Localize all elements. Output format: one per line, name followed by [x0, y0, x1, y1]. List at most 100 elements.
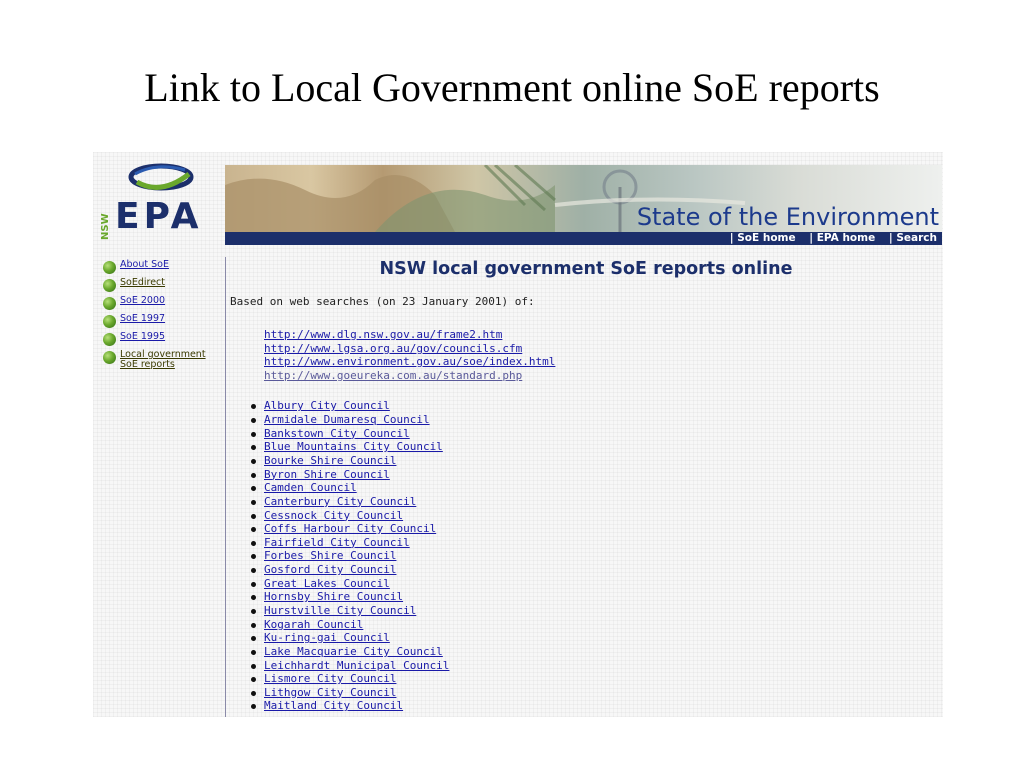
bullet-icon: [251, 568, 256, 574]
list-item: Bankstown City Council: [250, 427, 942, 441]
nav-search-link[interactable]: | Search: [884, 232, 942, 244]
council-link[interactable]: Ku-ring-gai Council: [264, 631, 390, 644]
council-link[interactable]: Fairfield City Council: [264, 536, 410, 549]
banner-image: State of the Environment: [225, 165, 942, 232]
bullet-icon: [251, 445, 256, 451]
sidebar-item-soedirect[interactable]: SoEdirect: [103, 278, 221, 296]
list-item: Hornsby Shire Council: [250, 590, 942, 604]
council-link[interactable]: Lithgow City Council: [264, 686, 396, 699]
council-link[interactable]: Albury City Council: [264, 399, 390, 412]
source-url-link[interactable]: http://www.environment.gov.au/soe/index.…: [264, 355, 942, 369]
sidebar-link-label[interactable]: Local government SoE reports: [120, 350, 212, 370]
council-link[interactable]: Lake Macquarie City Council: [264, 645, 443, 658]
council-link[interactable]: Blue Mountains City Council: [264, 440, 443, 453]
list-item: Lake Macquarie City Council: [250, 645, 942, 659]
sidebar-item-about-soe[interactable]: About SoE: [103, 260, 221, 278]
list-item: Bourke Shire Council: [250, 454, 942, 468]
council-link[interactable]: Armidale Dumaresq Council: [264, 413, 430, 426]
council-link[interactable]: Leichhardt Municipal Council: [264, 659, 449, 672]
council-link[interactable]: Camden Council: [264, 481, 357, 494]
green-bullet-icon: [103, 279, 116, 292]
bullet-icon: [251, 622, 256, 628]
council-link[interactable]: Cessnock City Council: [264, 509, 403, 522]
council-link[interactable]: Hurstville City Council: [264, 604, 416, 617]
sidebar-link-label[interactable]: SoE 2000: [120, 296, 165, 306]
source-url-link[interactable]: http://www.lgsa.org.au/gov/councils.cfm: [264, 342, 942, 356]
council-link[interactable]: Byron Shire Council: [264, 468, 390, 481]
bullet-icon: [251, 540, 256, 546]
sidebar-item-soe-2000[interactable]: SoE 2000: [103, 296, 221, 314]
bullet-icon: [251, 499, 256, 505]
council-link[interactable]: Gosford City Council: [264, 563, 396, 576]
list-item: Maitland City Council: [250, 699, 942, 713]
sidebar-link-label[interactable]: SoE 1997: [120, 314, 165, 324]
council-link[interactable]: Bourke Shire Council: [264, 454, 396, 467]
sidebar-link-label[interactable]: SoE 1995: [120, 332, 165, 342]
council-link[interactable]: Coffs Harbour City Council: [264, 522, 436, 535]
source-url-link[interactable]: http://www.dlg.nsw.gov.au/frame2.htm: [264, 328, 942, 342]
green-bullet-icon: [103, 333, 116, 346]
list-item: Gosford City Council: [250, 563, 942, 577]
green-bullet-icon: [103, 351, 116, 364]
sidebar-item-local-government[interactable]: Local government SoE reports: [103, 350, 221, 376]
nsw-epa-logo: NSW EPA: [93, 152, 225, 242]
nav-soe-home-link[interactable]: | SoE home: [725, 232, 801, 244]
list-item: Kogarah Council: [250, 618, 942, 632]
bullet-icon: [251, 690, 256, 696]
list-item: Great Lakes Council: [250, 577, 942, 591]
list-item: Ku-ring-gai Council: [250, 631, 942, 645]
epa-wordmark: EPA: [115, 196, 203, 237]
council-link[interactable]: Forbes Shire Council: [264, 549, 396, 562]
bullet-icon: [251, 404, 256, 410]
list-item: Lismore City Council: [250, 672, 942, 686]
bullet-icon: [251, 608, 256, 614]
nav-epa-home-link[interactable]: | EPA home: [804, 232, 880, 244]
list-item: Byron Shire Council: [250, 468, 942, 482]
council-link[interactable]: Lismore City Council: [264, 672, 396, 685]
list-item: Lithgow City Council: [250, 686, 942, 700]
council-link[interactable]: Hornsby Shire Council: [264, 590, 403, 603]
green-bullet-icon: [103, 297, 116, 310]
bullet-icon: [251, 458, 256, 464]
green-bullet-icon: [103, 315, 116, 328]
bullet-icon: [251, 513, 256, 519]
source-url-list: http://www.dlg.nsw.gov.au/frame2.htm htt…: [230, 328, 942, 382]
sidebar-link-label[interactable]: SoEdirect: [120, 278, 165, 288]
sidebar-item-soe-1997[interactable]: SoE 1997: [103, 314, 221, 332]
top-nav-bar: | SoE home | EPA home | Search: [225, 232, 942, 245]
list-item: Forbes Shire Council: [250, 549, 942, 563]
bullet-icon: [251, 704, 256, 710]
bullet-icon: [251, 527, 256, 533]
nsw-vertical-text: NSW: [100, 213, 111, 240]
council-link[interactable]: Bankstown City Council: [264, 427, 410, 440]
list-item: Fairfield City Council: [250, 536, 942, 550]
svg-text:NSW: NSW: [100, 213, 111, 240]
council-link[interactable]: Maitland City Council: [264, 699, 403, 712]
list-item: Hurstville City Council: [250, 604, 942, 618]
intro-text: Based on web searches (on 23 January 200…: [230, 295, 535, 308]
list-item: Blue Mountains City Council: [250, 440, 942, 454]
list-item: Canterbury City Council: [250, 495, 942, 509]
bullet-icon: [251, 677, 256, 683]
sidebar-item-soe-1995[interactable]: SoE 1995: [103, 332, 221, 350]
epa-webpage-screenshot: NSW EPA State of the Environment | SoE h…: [93, 152, 943, 717]
sidebar-nav: About SoE SoEdirect SoE 2000 SoE 1997 So…: [103, 260, 221, 376]
bullet-icon: [251, 431, 256, 437]
page-heading: NSW local government SoE reports online: [379, 259, 793, 279]
main-content: NSW local government SoE reports online …: [230, 257, 942, 713]
council-link[interactable]: Great Lakes Council: [264, 577, 390, 590]
council-link[interactable]: Canterbury City Council: [264, 495, 416, 508]
sidebar-link-label[interactable]: About SoE: [120, 260, 169, 270]
list-item: Leichhardt Municipal Council: [250, 659, 942, 673]
list-item: Coffs Harbour City Council: [250, 522, 942, 536]
bullet-icon: [251, 486, 256, 492]
list-item: Albury City Council: [250, 399, 942, 413]
council-link[interactable]: Kogarah Council: [264, 618, 363, 631]
green-bullet-icon: [103, 261, 116, 274]
source-url-link[interactable]: http://www.goeureka.com.au/standard.php: [264, 369, 942, 383]
council-list: Albury City Council Armidale Dumaresq Co…: [230, 399, 942, 713]
bullet-icon: [251, 472, 256, 478]
bullet-icon: [251, 581, 256, 587]
list-item: Armidale Dumaresq Council: [250, 413, 942, 427]
list-item: Camden Council: [250, 481, 942, 495]
